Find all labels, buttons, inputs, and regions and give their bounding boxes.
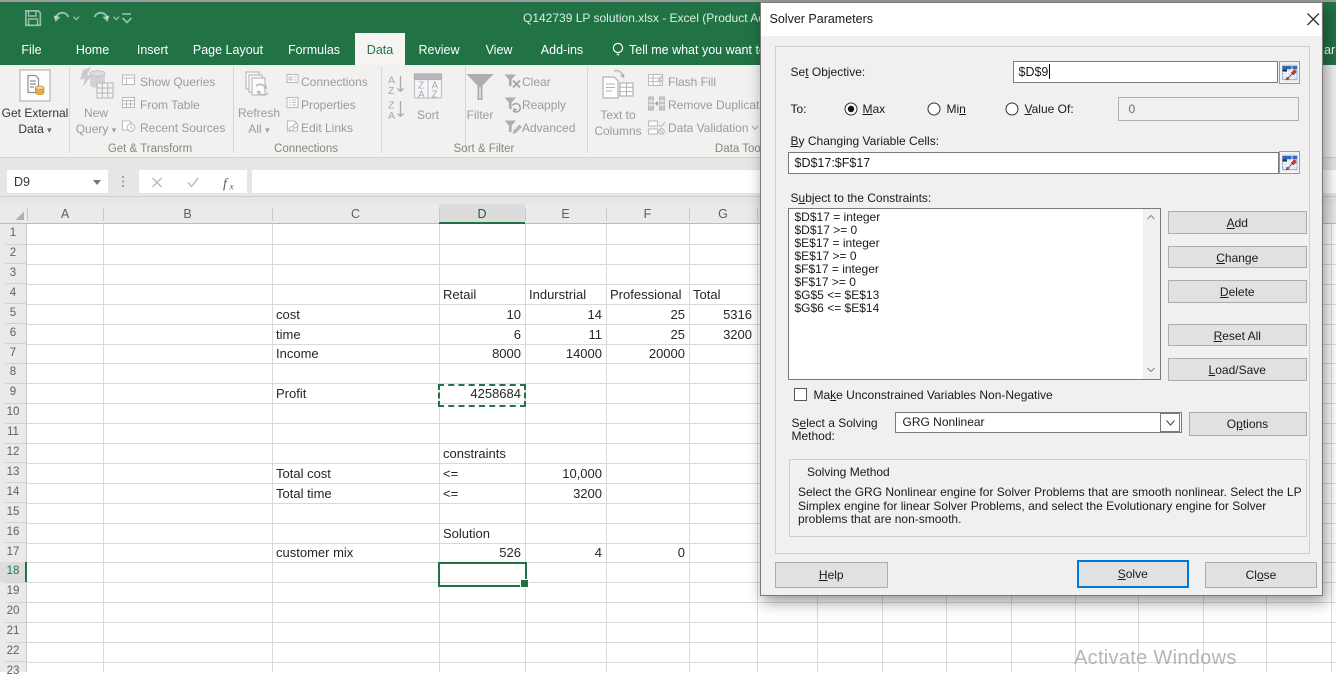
svg-text:A: A <box>418 90 425 101</box>
svg-text:Z: Z <box>388 85 395 97</box>
svg-text:x: x <box>229 183 235 192</box>
svg-text:A: A <box>388 110 395 122</box>
svg-text:Z: Z <box>432 90 438 101</box>
svg-text:f: f <box>223 177 229 192</box>
